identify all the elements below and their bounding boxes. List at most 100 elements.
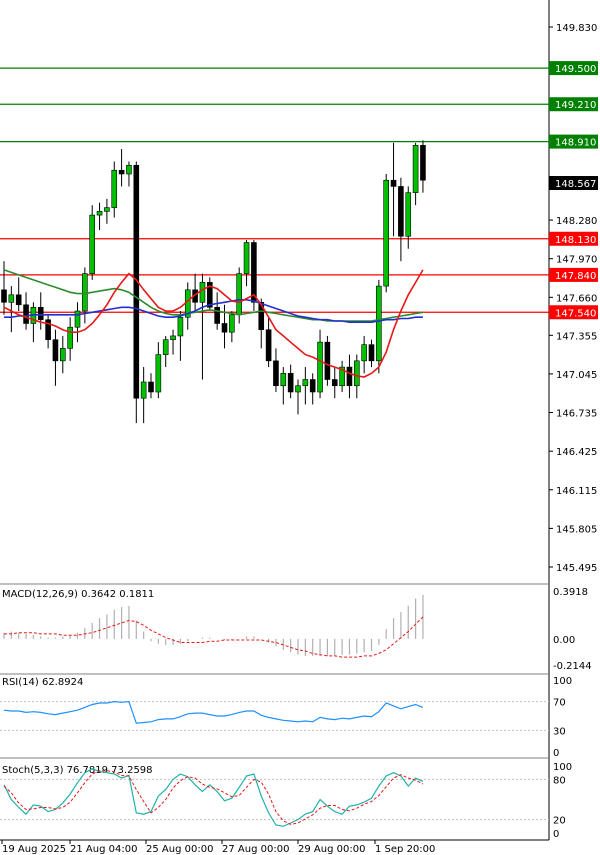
candle-body bbox=[309, 379, 316, 393]
price-level-label: 149.210 bbox=[555, 100, 596, 111]
macd-label: MACD(12,26,9) 0.3642 0.1811 bbox=[2, 589, 154, 600]
time-axis: 19 Aug 2025 21 Aug 04:00 25 Aug 00:00 27 Au… bbox=[1, 840, 435, 855]
ma-red-line bbox=[3, 269, 424, 378]
candle-body bbox=[155, 354, 162, 393]
candle-body bbox=[265, 329, 272, 362]
rsi-line bbox=[3, 700, 424, 724]
x-tick-label: 19 Aug 2025 bbox=[2, 844, 66, 855]
candle-body bbox=[368, 344, 375, 362]
candle-body bbox=[390, 179, 397, 187]
rsi-tick-label: 100 bbox=[553, 676, 572, 687]
price-level-label: 147.840 bbox=[555, 271, 596, 282]
candle-body bbox=[170, 335, 176, 340]
rsi-tick-label: 0 bbox=[553, 748, 559, 759]
chart-frame bbox=[0, 0, 550, 841]
x-tick-label: 1 Sep 20:00 bbox=[375, 844, 435, 855]
candle-body bbox=[74, 310, 81, 328]
stoch-tick-label: 0 bbox=[553, 829, 559, 840]
moving-averages bbox=[3, 269, 424, 378]
y-tick-label: 145.805 bbox=[556, 524, 597, 535]
candle-body bbox=[199, 282, 206, 303]
candle-body bbox=[346, 366, 353, 387]
candle-body bbox=[221, 323, 228, 333]
candle-body bbox=[353, 360, 360, 387]
macd-tick-label: -0.2144 bbox=[553, 661, 592, 672]
x-tick-label: 25 Aug 00:00 bbox=[146, 844, 213, 855]
candle-body bbox=[405, 192, 412, 237]
stoch-tick-label: 20 bbox=[553, 816, 566, 827]
price-level-label: 147.540 bbox=[555, 308, 596, 319]
price-lines: 149.500 149.210 148.910 148.130 147.840 147.5… bbox=[0, 61, 598, 320]
candle-body bbox=[287, 372, 294, 393]
candle-body bbox=[229, 314, 235, 333]
y-tick-label: 147.355 bbox=[556, 331, 597, 342]
macd-panel: MACD(12,26,9) 0.3642 0.1811 0.3918 0.00 -0… bbox=[2, 587, 592, 672]
candle-body bbox=[89, 214, 95, 274]
x-tick-label: 21 Aug 04:00 bbox=[70, 844, 137, 855]
macd-tick-label: 0.3918 bbox=[553, 587, 588, 598]
candle-body bbox=[37, 306, 44, 321]
y-tick-label: 148.280 bbox=[556, 216, 597, 227]
candle-body bbox=[8, 294, 15, 303]
stoch-tick-label: 80 bbox=[553, 775, 566, 786]
y-tick-label: 146.425 bbox=[556, 447, 597, 458]
candle-body bbox=[162, 339, 169, 355]
candle-body bbox=[59, 348, 66, 362]
current-price-label: 148.567 bbox=[555, 179, 596, 190]
candle-body bbox=[361, 344, 367, 362]
price-level-label: 148.130 bbox=[555, 235, 596, 246]
price-level-label: 149.500 bbox=[555, 64, 596, 75]
candle-body bbox=[295, 385, 301, 393]
candle-body bbox=[177, 316, 184, 337]
candle-body bbox=[331, 379, 338, 387]
candle-body bbox=[236, 273, 242, 316]
candle-body bbox=[82, 273, 88, 312]
candle-body bbox=[383, 179, 390, 287]
ma-green-line bbox=[3, 269, 424, 322]
candle-body bbox=[96, 211, 103, 216]
candle-body bbox=[1, 289, 7, 303]
y-tick-label: 149.830 bbox=[556, 23, 597, 34]
y-tick-label: 147.660 bbox=[556, 293, 597, 304]
candle-body bbox=[243, 242, 250, 274]
candle-body bbox=[324, 341, 331, 380]
macd-signal-line bbox=[4, 616, 424, 658]
candle-body bbox=[148, 381, 154, 393]
candle-body bbox=[214, 306, 220, 324]
stoch-k-line bbox=[3, 768, 424, 827]
y-tick-label: 146.735 bbox=[556, 409, 597, 420]
macd-tick-label: 0.00 bbox=[553, 635, 575, 646]
x-tick-label: 27 Aug 00:00 bbox=[222, 844, 289, 855]
candle-body bbox=[398, 186, 404, 237]
rsi-label: RSI(14) 62.8924 bbox=[2, 677, 83, 688]
y-tick-label: 147.045 bbox=[556, 370, 597, 381]
stoch-panel: Stoch(5,3,3) 76.7819 73.2598 100 80 20 0 bbox=[0, 762, 572, 840]
candle-body bbox=[23, 304, 29, 324]
x-tick-label: 29 Aug 00:00 bbox=[298, 844, 365, 855]
candle-body bbox=[412, 145, 419, 193]
candle-body bbox=[126, 164, 132, 175]
rsi-panel: RSI(14) 62.8924 100 70 30 0 bbox=[0, 676, 572, 759]
candle-body bbox=[104, 207, 110, 212]
candle-body bbox=[15, 294, 22, 306]
y-tick-label: 145.495 bbox=[556, 563, 597, 574]
candle-body bbox=[118, 169, 125, 175]
stoch-tick-label: 100 bbox=[553, 762, 572, 773]
candle-body bbox=[376, 285, 382, 362]
y-tick-label: 147.970 bbox=[556, 255, 597, 266]
y-tick-label: 146.115 bbox=[556, 486, 597, 497]
stoch-label: Stoch(5,3,3) 76.7819 73.2598 bbox=[2, 765, 153, 776]
rsi-tick-label: 70 bbox=[553, 698, 566, 709]
candle-body bbox=[140, 381, 147, 399]
candle-body bbox=[52, 339, 59, 362]
rsi-tick-label: 30 bbox=[553, 726, 566, 737]
candle-body bbox=[251, 242, 257, 303]
candle-body bbox=[420, 145, 426, 181]
candle-body bbox=[302, 379, 309, 387]
candle-body bbox=[280, 372, 287, 387]
candlesticks bbox=[1, 140, 426, 424]
chart-canvas: 149.830149.520149.210148.900148.590148.2… bbox=[0, 0, 598, 855]
candle-body bbox=[111, 169, 118, 208]
candle-body bbox=[67, 326, 73, 349]
price-level-label: 148.910 bbox=[555, 138, 596, 149]
